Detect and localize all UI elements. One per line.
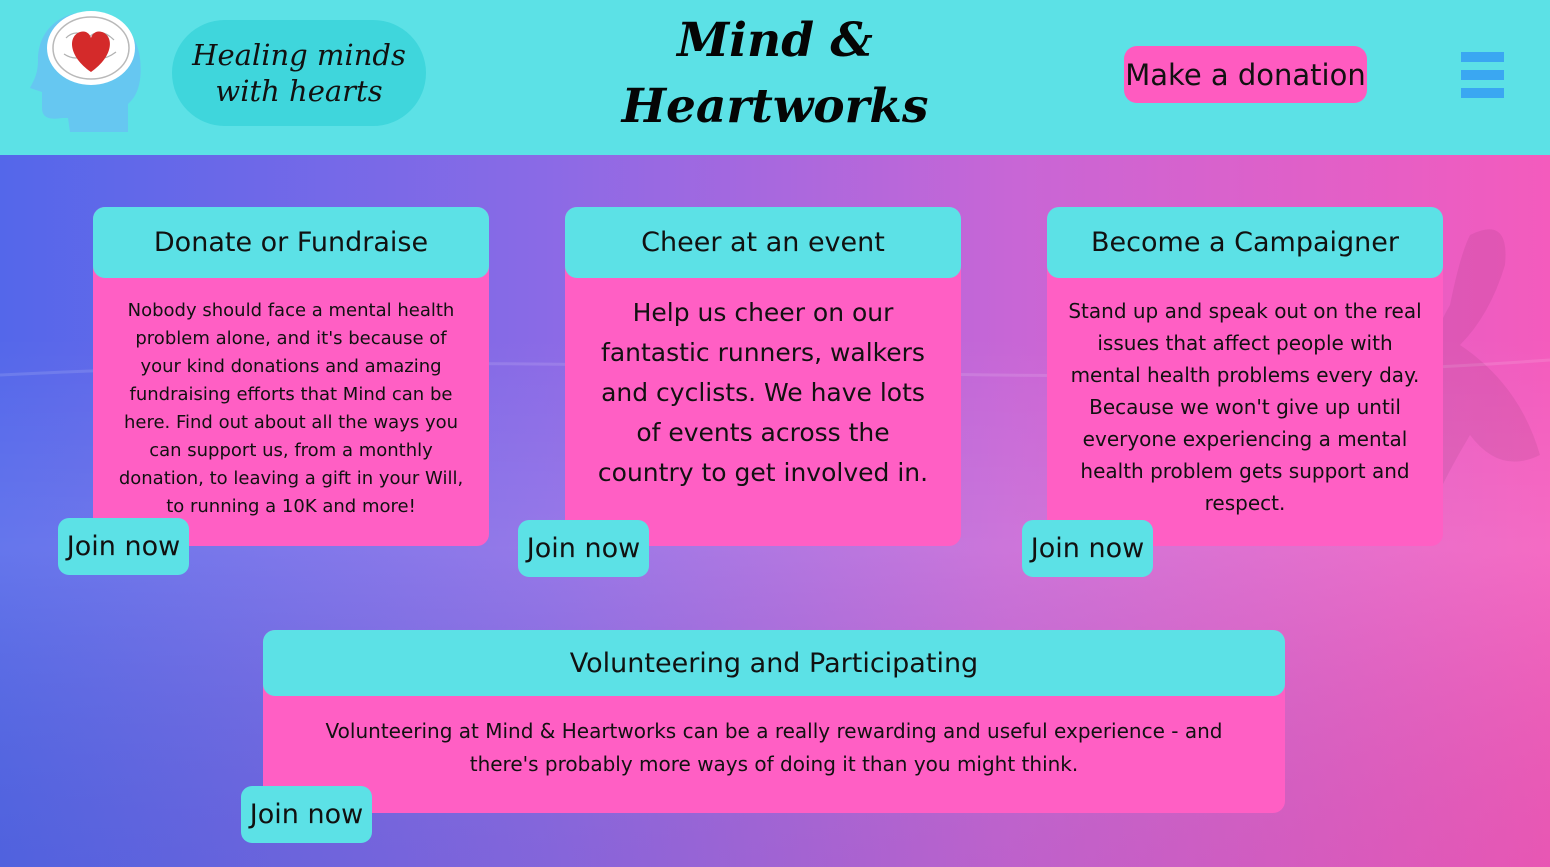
card-volunteering: Volunteering and Participating Volunteer… [263,630,1285,813]
join-now-button[interactable]: Join now [1022,520,1153,577]
card-title: Become a Campaigner [1047,207,1443,278]
card-description: Help us cheer on our fantastic runners, … [597,298,929,487]
card-title: Cheer at an event [565,207,961,278]
make-donation-button[interactable]: Make a donation [1124,46,1367,103]
card-description: Stand up and speak out on the real issue… [1068,299,1422,515]
card-cheer-event: Cheer at an event Help us cheer on our f… [565,207,961,546]
join-now-button[interactable]: Join now [241,786,372,843]
tagline-badge: Healing minds with hearts [172,20,426,126]
card-description: Volunteering at Mind & Heartworks can be… [325,719,1223,776]
card-become-campaigner: Become a Campaigner Stand up and speak o… [1047,207,1443,546]
hamburger-menu-icon[interactable] [1461,52,1504,98]
site-header: Healing minds with hearts Mind & Heartwo… [0,0,1550,155]
card-donate-fundraise: Donate or Fundraise Nobody should face a… [93,207,489,546]
card-title: Volunteering and Participating [263,630,1285,696]
site-title[interactable]: Mind & Heartworks [600,8,950,140]
join-now-button[interactable]: Join now [518,520,649,577]
card-description: Nobody should face a mental health probl… [118,300,464,517]
card-title: Donate or Fundraise [93,207,489,278]
join-now-button[interactable]: Join now [58,518,189,575]
head-heart-logo-icon[interactable] [28,8,143,134]
